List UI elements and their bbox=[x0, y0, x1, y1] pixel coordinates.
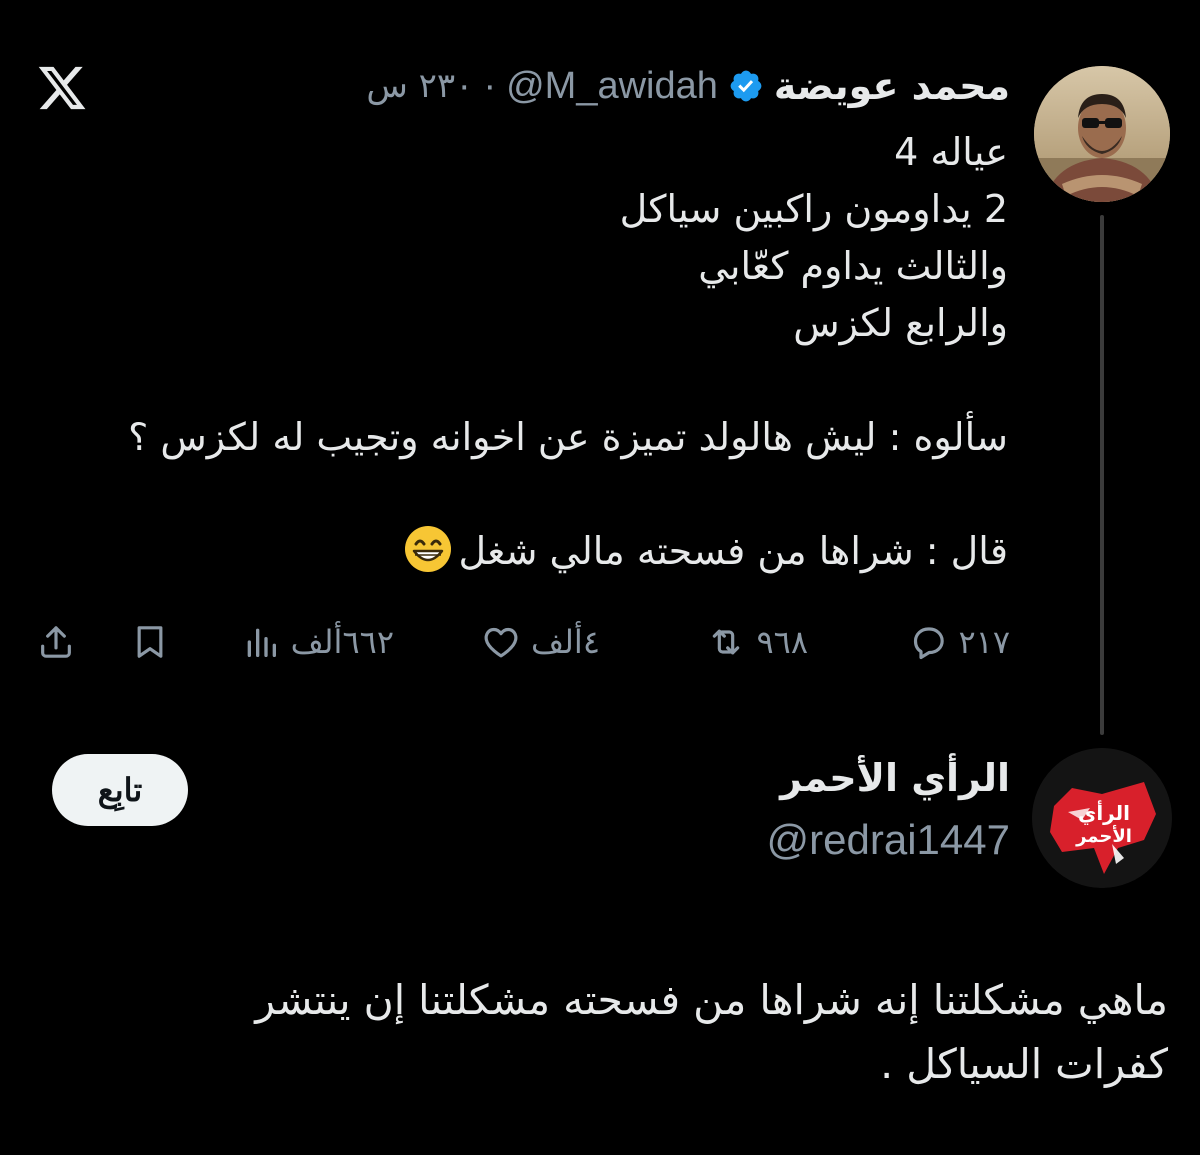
verified-icon bbox=[730, 70, 762, 102]
tweet-line-text: قال : شراها من فسحته مالي شغل bbox=[458, 529, 1008, 573]
tweet-actions: ٢١٧ ٩٦٨ ٤ألف ٦٦٢ألف bbox=[0, 612, 1200, 672]
x-logo-icon[interactable] bbox=[36, 62, 88, 114]
repost-count: ٩٦٨ bbox=[756, 623, 808, 661]
reply-text: ماهي مشكلتنا إنه شراها من فسحته مشكلتنا … bbox=[68, 968, 1168, 1096]
share-icon bbox=[41, 626, 71, 658]
svg-text:الأحمر: الأحمر bbox=[1075, 825, 1132, 847]
tweet-text: عياله 4 2 يداومون راكبين سياكل والثالث ي… bbox=[28, 124, 1008, 580]
like-icon bbox=[484, 627, 518, 658]
repost-icon bbox=[713, 629, 740, 655]
tweet-line-last: قال : شراها من فسحته مالي شغل bbox=[28, 523, 1008, 580]
bookmark-icon bbox=[137, 626, 163, 658]
reply-author-handle[interactable]: @redrai1447 bbox=[767, 816, 1010, 864]
reply-author-display-name[interactable]: الرأي الأحمر bbox=[780, 756, 1010, 800]
views-button[interactable]: ٦٦٢ألف bbox=[241, 612, 394, 672]
tweet-line: والرابع لكزس bbox=[793, 301, 1008, 345]
reply-line: ماهي مشكلتنا إنه شراها من فسحته مشكلتنا … bbox=[255, 976, 1168, 1024]
separator-dot: · bbox=[483, 64, 497, 107]
share-button[interactable] bbox=[36, 612, 76, 672]
reply-count: ٢١٧ bbox=[958, 623, 1010, 661]
tweet-time[interactable]: ٢٣٠ س bbox=[366, 66, 473, 106]
grinning-emoji-icon bbox=[404, 526, 451, 572]
author-handle[interactable]: @M_awidah bbox=[506, 65, 718, 108]
like-button[interactable]: ٤ألف bbox=[481, 612, 600, 672]
tweet-line: سألوه : ليش هالولد تميزة عن اخوانه وتجيب… bbox=[128, 415, 1008, 459]
reply-author-avatar[interactable]: الرأي الأحمر bbox=[1032, 748, 1172, 888]
bookmark-button[interactable] bbox=[130, 612, 170, 672]
views-icon bbox=[247, 628, 276, 657]
reply-button[interactable]: ٢١٧ bbox=[908, 612, 1010, 672]
tweet-line: والثالث يداوم كعّابي bbox=[698, 244, 1008, 288]
svg-text:الرأي: الرأي bbox=[1078, 799, 1130, 826]
tweet-header: محمد عويضة @M_awidah · ٢٣٠ س bbox=[366, 58, 1010, 114]
tweet-line: عياله 4 bbox=[894, 130, 1008, 174]
reply-icon bbox=[914, 627, 945, 660]
views-count: ٦٦٢ألف bbox=[290, 623, 394, 661]
author-display-name[interactable]: محمد عويضة bbox=[774, 64, 1010, 108]
follow-button[interactable]: تابِع bbox=[52, 754, 188, 826]
tweet-line: 2 يداومون راكبين سياكل bbox=[619, 187, 1008, 231]
repost-button[interactable]: ٩٦٨ bbox=[706, 612, 808, 672]
author-avatar[interactable] bbox=[1034, 66, 1170, 202]
like-count: ٤ألف bbox=[531, 623, 600, 661]
reply-line: كفرات السياكل . bbox=[880, 1040, 1168, 1088]
